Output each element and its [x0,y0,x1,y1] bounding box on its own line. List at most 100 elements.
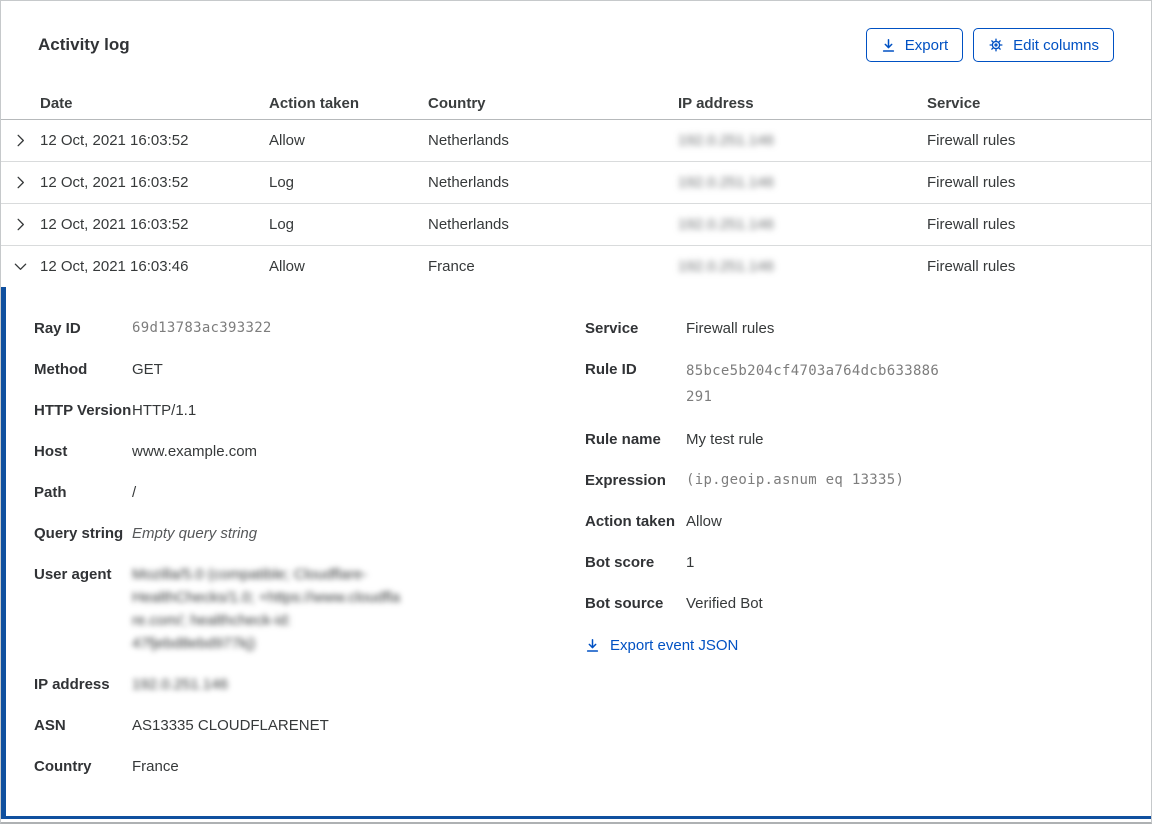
detail-field-http-version: HTTP Version HTTP/1.1 [34,399,585,422]
detail-field-host: Host www.example.com [34,440,585,463]
field-label: Bot source [585,595,664,612]
download-icon [585,638,600,653]
column-header-action-taken: Action taken [269,94,360,112]
chevron-down-icon[interactable] [1,246,40,287]
redacted-line: 47fjebd8ebd977kj) [132,635,256,652]
cell-ip-address-redacted: 192.0.251.146 [678,174,774,191]
table-row-expanded[interactable]: 12 Oct, 2021 16:03:46 Allow France 192.0… [1,246,1151,287]
detail-field-asn: ASN AS13335 CLOUDFLARENET [34,714,585,737]
table-header-row: Date Action taken Country IP address Ser… [1,87,1151,120]
cell-action-taken: Allow [269,258,305,275]
field-value-redacted: Mozilla/5.0 (compatible; Cloudflare- Hea… [132,563,400,655]
cell-action-taken: Allow [269,132,305,149]
detail-field-user-agent: User agent Mozilla/5.0 (compatible; Clou… [34,563,585,655]
table-row[interactable]: 12 Oct, 2021 16:03:52 Log Netherlands 19… [1,204,1151,246]
export-button-label: Export [904,36,949,54]
field-label: Method [34,361,88,378]
cell-action-taken: Log [269,174,295,191]
cell-country: Netherlands [428,132,509,149]
edit-columns-button[interactable]: Edit columns [973,28,1114,62]
field-value: www.example.com [132,443,258,460]
cell-service: Firewall rules [927,258,1016,275]
detail-field-ray-id: Ray ID 69d13783ac393322 [34,317,585,340]
detail-field-ip-address: IP address 192.0.251.146 [34,673,585,696]
column-header-date: Date [40,94,73,112]
header-bar: Activity log Export Edit columns [1,1,1151,62]
chevron-right-icon[interactable] [1,204,40,245]
cell-service: Firewall rules [927,174,1016,191]
cell-service: Firewall rules [927,216,1016,233]
event-detail-right-column: Service Firewall rules Rule ID 85bce5b20… [585,317,1151,778]
cell-date: 12 Oct, 2021 16:03:52 [40,216,189,233]
field-label: Ray ID [34,320,81,337]
field-label: HTTP Version [34,402,132,419]
field-label: ASN [34,717,66,734]
field-label: Rule name [585,431,661,448]
event-detail-left-column: Ray ID 69d13783ac393322 Method GET HTTP … [34,317,585,778]
chevron-right-icon[interactable] [1,162,40,203]
detail-field-path: Path / [34,481,585,504]
detail-field-bot-source: Bot source Verified Bot [585,592,1151,615]
cell-ip-address-redacted: 192.0.251.146 [678,132,774,149]
field-label: IP address [34,676,110,693]
cell-country: Netherlands [428,216,509,233]
export-button[interactable]: Export [865,28,964,62]
gear-icon [988,37,1004,53]
field-label: Service [585,320,639,337]
cell-date: 12 Oct, 2021 16:03:46 [40,258,189,275]
detail-field-rule-name: Rule name My test rule [585,428,1151,451]
field-label: Action taken [585,513,676,530]
field-value: My test rule [686,431,764,448]
field-value: Allow [686,513,722,530]
field-value: (ip.geoip.asnum eq 13335) [686,472,905,488]
cell-action-taken: Log [269,216,295,233]
activity-log-panel: Activity log Export Edit columns Date Ac… [0,0,1152,824]
detail-field-action-taken: Action taken Allow [585,510,1151,533]
chevron-right-icon[interactable] [1,120,40,161]
page-title: Activity log [38,35,130,54]
edit-columns-button-label: Edit columns [1013,36,1099,54]
field-label: User agent [34,566,112,583]
field-value: Firewall rules [686,320,775,337]
export-event-json-link[interactable]: Export event JSON [585,637,738,654]
toolbar: Export Edit columns [865,28,1114,62]
detail-field-expression: Expression (ip.geoip.asnum eq 13335) [585,469,1151,492]
detail-field-country: Country France [34,755,585,778]
field-label: Host [34,443,68,460]
field-label: Rule ID [585,361,637,378]
redacted-line: HealthChecks/1.0; +https://www.cloudfla [132,589,401,606]
event-detail-panel: Ray ID 69d13783ac393322 Method GET HTTP … [1,287,1151,819]
table-row[interactable]: 12 Oct, 2021 16:03:52 Allow Netherlands … [1,120,1151,162]
detail-field-query-string: Query string Empty query string [34,522,585,545]
table-row[interactable]: 12 Oct, 2021 16:03:52 Log Netherlands 19… [1,162,1151,204]
field-value: 69d13783ac393322 [132,320,272,336]
field-label: Bot score [585,554,655,571]
field-label: Expression [585,472,666,489]
cell-date: 12 Oct, 2021 16:03:52 [40,174,189,191]
cell-service: Firewall rules [927,132,1016,149]
cell-ip-address-redacted: 192.0.251.146 [678,216,774,233]
field-value: 85bce5b204cf4703a764dcb633886291 [686,363,940,405]
field-label: Path [34,484,67,501]
field-value: / [132,484,137,501]
field-value: GET [132,361,163,378]
field-value: AS13335 CLOUDFLARENET [132,717,329,734]
field-value: Empty query string [132,525,258,542]
detail-field-service: Service Firewall rules [585,317,1151,340]
field-value: France [132,758,179,775]
column-header-country: Country [428,94,486,112]
detail-field-method: Method GET [34,358,585,381]
cell-country: France [428,258,475,275]
field-value: Verified Bot [686,595,763,612]
field-label: Country [34,758,92,775]
detail-field-bot-score: Bot score 1 [585,551,1151,574]
cell-ip-address-redacted: 192.0.251.146 [678,258,774,275]
field-value-redacted: 192.0.251.146 [132,676,228,693]
field-value: HTTP/1.1 [132,402,197,419]
column-header-service: Service [927,94,981,112]
cell-country: Netherlands [428,174,509,191]
field-label: Query string [34,525,124,542]
redacted-line: Mozilla/5.0 (compatible; Cloudflare- [132,566,368,583]
activity-table: Date Action taken Country IP address Ser… [1,87,1151,819]
export-event-json-label: Export event JSON [610,637,739,654]
